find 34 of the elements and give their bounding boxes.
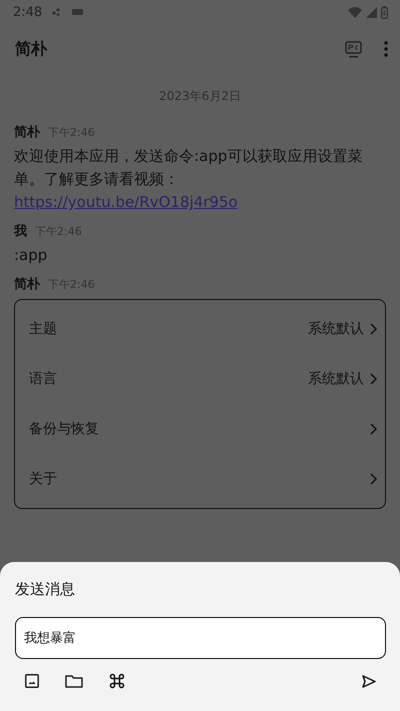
image-icon[interactable]: [25, 674, 39, 688]
menu-item[interactable]: 备份与恢复: [15, 404, 385, 454]
menu-item-label: 主题: [29, 320, 58, 338]
sheet-title: 发送消息: [15, 580, 76, 599]
wifi-icon: [348, 6, 362, 18]
folder-icon[interactable]: [65, 674, 83, 688]
command-key-icon[interactable]: [109, 673, 125, 689]
sender-name: 我: [14, 223, 27, 240]
dots-notification-icon: [52, 8, 62, 16]
chevron-right-icon: [370, 373, 377, 385]
sender-name: 简朴: [14, 276, 40, 293]
chevron-right-icon: [370, 473, 377, 485]
message-text: 欢迎使用本应用，发送命令:app可以获取应用设置菜单。了解更多请看视频： https://youtu.be/RvO18j4r95o: [14, 146, 364, 213]
menu-item-label: 备份与恢复: [29, 420, 100, 438]
chevron-right-icon: [370, 423, 377, 435]
clock-time: 2:48: [13, 4, 42, 20]
pc-monitor-icon[interactable]: [345, 40, 362, 58]
message-link[interactable]: https://youtu.be/RvO18j4r95o: [14, 193, 238, 211]
menu-item[interactable]: 主题 系统默认: [15, 304, 385, 354]
menu-item-value: 系统默认: [308, 320, 364, 338]
menu-item-value: 系统默认: [308, 370, 364, 388]
menu-item-label: 关于: [29, 470, 58, 488]
battery-icon: [381, 6, 388, 18]
menu-item-label: 语言: [29, 370, 58, 388]
signal-icon: [366, 6, 377, 18]
send-icon[interactable]: [362, 674, 376, 688]
message-input[interactable]: 我想暴富: [15, 617, 386, 659]
more-menu-icon[interactable]: [384, 41, 388, 57]
chevron-right-icon: [370, 323, 377, 335]
sender-name: 简朴: [14, 124, 40, 141]
message-text: :app: [14, 245, 48, 266]
menu-item[interactable]: 关于: [15, 454, 385, 504]
menu-item[interactable]: 语言 系统默认: [15, 354, 385, 404]
chat-title: 简朴: [15, 38, 48, 60]
